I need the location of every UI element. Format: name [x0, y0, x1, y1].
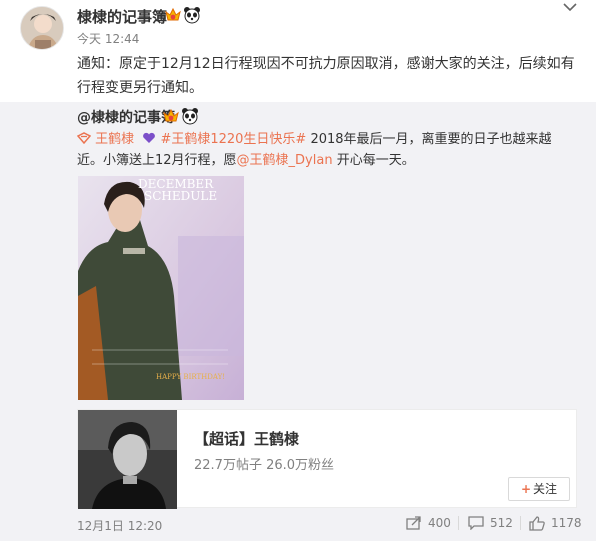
super-topic-icon — [76, 132, 92, 145]
post-text: 通知：原定于12月12日行程现因不可抗力原因取消，感谢大家的关注，后续如有行程变… — [77, 56, 575, 96]
schedule-poster-image[interactable]: DECEMBER SCHEDULE HAPPY BIRTHDAY! — [78, 176, 244, 400]
like-action[interactable]: 1178 — [529, 513, 582, 533]
card-title-bracket: 【超话】 — [194, 430, 255, 448]
repost-author[interactable]: @棣棣的记事簿 — [77, 107, 175, 127]
repost-time[interactable]: 12月1日 12:20 — [77, 517, 162, 534]
follow-button[interactable]: + 关注 — [508, 477, 570, 501]
poster-footer: HAPPY BIRTHDAY! — [156, 373, 225, 381]
comment-count: 512 — [490, 516, 513, 530]
comment-icon — [468, 516, 484, 530]
follow-label: 关注 — [533, 482, 558, 496]
like-count: 1178 — [551, 516, 582, 530]
share-icon — [406, 516, 421, 530]
purple-heart-icon — [143, 132, 156, 143]
hashtag-link[interactable]: #王鹤棣1220生日快乐# — [160, 132, 306, 147]
card-title-name: 王鹤棣 — [254, 430, 300, 448]
card-thumbnail — [78, 410, 177, 509]
repost-block: @棣棣的记事簿 王鹤棣 #王鹤棣1220生日快乐# 2018年最后一月，离重要的… — [0, 102, 596, 541]
comment-action[interactable]: 512 — [468, 513, 513, 533]
repost-text: 王鹤棣 #王鹤棣1220生日快乐# 2018年最后一月，离重要的日子也越来越近。… — [76, 129, 577, 171]
panda-icon — [184, 7, 200, 24]
super-topic-link[interactable]: 王鹤棣 — [95, 132, 134, 147]
chevron-down-icon[interactable] — [561, 0, 579, 14]
author-name[interactable]: 棣棣的记事簿 — [77, 6, 167, 27]
plus-icon: + — [520, 482, 532, 496]
thumbs-up-icon — [529, 515, 545, 531]
repost-action[interactable]: 400 — [406, 513, 451, 533]
divider — [520, 516, 521, 530]
mention-link[interactable]: @王鹤棣_Dylan — [237, 153, 333, 168]
vip-badge-icon — [163, 108, 179, 122]
card-stats: 22.7万帖子 26.0万粉丝 — [194, 458, 335, 473]
repost-count: 400 — [428, 516, 451, 530]
avatar[interactable] — [20, 6, 64, 50]
super-topic-card[interactable]: 【超话】王鹤棣 22.7万帖子 26.0万粉丝 + 关注 — [77, 409, 577, 509]
card-title: 【超话】王鹤棣 — [194, 428, 299, 449]
post-time[interactable]: 今天 12:44 — [77, 30, 139, 47]
repost-text-end: 开心每一天。 — [332, 153, 415, 168]
panda-icon — [182, 108, 198, 125]
divider — [458, 516, 459, 530]
vip-badge-icon — [165, 7, 181, 21]
weibo-post: 棣棣的记事簿 今天 12:44 通知：原定于12月12日行程现因不可抗力原因取消… — [0, 0, 596, 541]
poster-title-line2: SCHEDULE — [144, 189, 217, 203]
